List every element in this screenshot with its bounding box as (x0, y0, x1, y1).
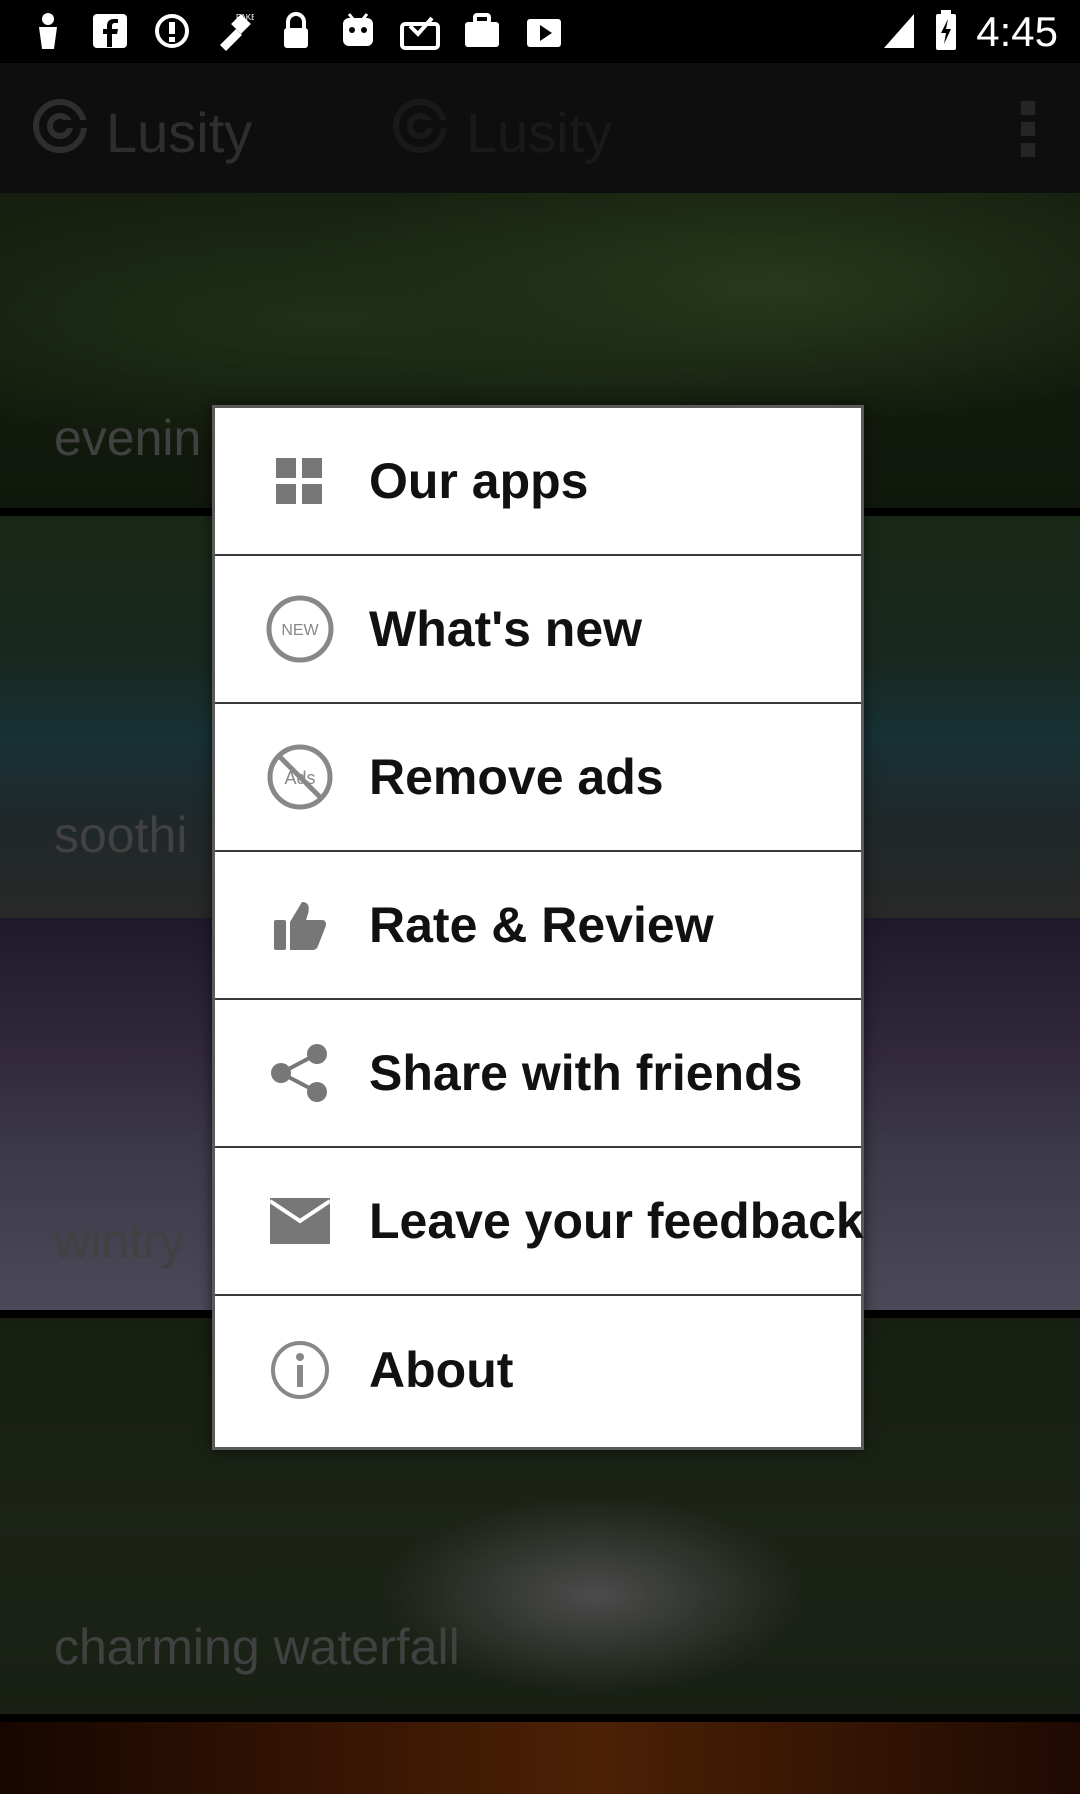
status-bar: FAKE 4:45 (0, 0, 1080, 63)
options-menu: Our apps NEW What's new Ads Remove ads R… (212, 405, 864, 1450)
no-ads-icon: Ads (263, 740, 337, 814)
menu-item-feedback[interactable]: Leave your feedback (215, 1148, 864, 1296)
data-saver-icon (152, 10, 192, 52)
status-right: 4:45 (882, 8, 1058, 56)
thumbs-up-icon (263, 888, 337, 962)
lock-icon (276, 10, 316, 52)
menu-item-label: Remove ads (369, 749, 664, 805)
briefcase-icon (462, 10, 502, 52)
menu-item-whats-new[interactable]: NEW What's new (215, 556, 861, 704)
status-time: 4:45 (976, 8, 1058, 55)
info-icon (263, 1333, 337, 1407)
menu-item-label: Leave your feedback (369, 1193, 864, 1249)
grid-apps-icon (263, 444, 337, 518)
new-badge-icon: NEW (263, 592, 337, 666)
menu-item-label: Rate & Review (369, 897, 714, 953)
svg-text:NEW: NEW (281, 622, 319, 639)
menu-item-our-apps[interactable]: Our apps (215, 408, 861, 556)
inbox-icon (400, 10, 440, 52)
svg-text:FAKE: FAKE (236, 13, 254, 22)
menu-item-label: Our apps (369, 453, 589, 509)
menu-item-label: Share with friends (369, 1045, 803, 1101)
app-notification-icon (28, 10, 68, 52)
menu-item-label: About (369, 1342, 514, 1398)
menu-item-remove-ads[interactable]: Ads Remove ads (215, 704, 861, 852)
share-icon (263, 1036, 337, 1110)
facebook-icon (90, 10, 130, 52)
signal-icon (882, 10, 916, 55)
battery-icon (934, 9, 958, 56)
play-store-icon (524, 10, 564, 52)
menu-item-label: What's new (369, 601, 643, 657)
mail-icon (263, 1184, 337, 1258)
menu-item-share[interactable]: Share with friends (215, 1000, 861, 1148)
fake-gps-icon: FAKE (214, 10, 254, 52)
android-icon (338, 10, 378, 52)
menu-item-rate-review[interactable]: Rate & Review (215, 852, 861, 1000)
status-icons: FAKE (28, 10, 564, 52)
menu-item-about[interactable]: About (215, 1296, 861, 1444)
